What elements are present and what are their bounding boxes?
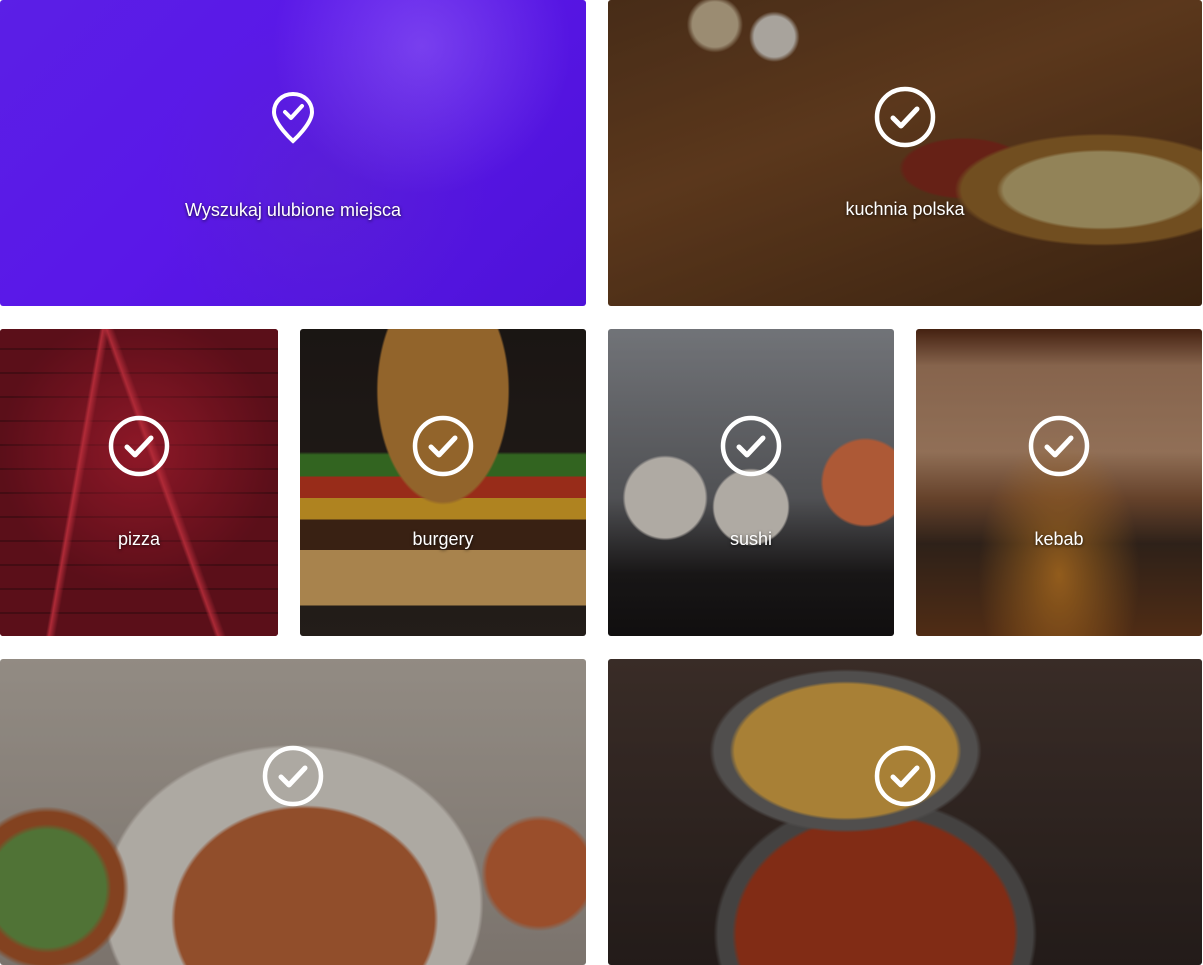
- tile-label: sushi: [729, 529, 773, 549]
- tile-search-places[interactable]: Wyszukaj ulubione miejsca: [0, 0, 586, 306]
- map-pin-check-icon: [271, 91, 315, 144]
- search-tile-background: [0, 0, 586, 306]
- tile-label: kuchnia polska: [845, 199, 965, 219]
- check-circle-icon: [720, 415, 782, 477]
- tile-label: kebab: [1034, 529, 1084, 549]
- tile-pizza[interactable]: pizza: [0, 329, 278, 636]
- tile-kuchnia-polska[interactable]: kuchnia polska: [608, 0, 1202, 306]
- check-circle-icon: [108, 415, 170, 477]
- tile-label: pizza: [117, 529, 161, 549]
- check-circle-icon: [412, 415, 474, 477]
- tile-label: burgery: [412, 529, 474, 549]
- tile-label: Wyszukaj ulubione miejsca: [185, 200, 401, 220]
- tile-burgery[interactable]: burgery: [300, 329, 586, 636]
- tile-kebab[interactable]: kebab: [916, 329, 1202, 636]
- check-circle-icon: [874, 86, 936, 148]
- tile-sushi[interactable]: sushi: [608, 329, 894, 636]
- check-circle-icon: [262, 745, 324, 807]
- tile-curry[interactable]: [608, 659, 1202, 965]
- tile-bowl[interactable]: [0, 659, 586, 965]
- check-circle-icon: [874, 745, 936, 807]
- check-circle-icon: [1028, 415, 1090, 477]
